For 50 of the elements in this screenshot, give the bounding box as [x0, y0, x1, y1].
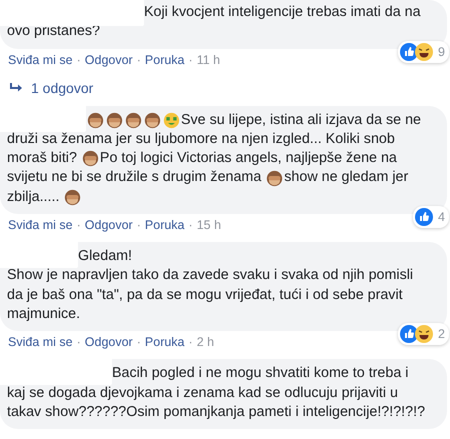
monkey-face-icon — [125, 112, 142, 129]
timestamp: 2 h — [196, 335, 214, 350]
comment-text: da je baš ona "ta", pa da se mogu vrijeđat, tući i od sebe pravit — [7, 286, 403, 305]
timestamp: 11 h — [196, 52, 220, 67]
replies-link[interactable]: 1 odgovor — [0, 68, 450, 96]
comment-text: moraš biti? — [7, 149, 78, 168]
comment-text: Sve su lijepe, istina ali izjava da se ne — [181, 110, 422, 130]
comment-text: show ne gledam jer — [284, 168, 408, 188]
action-link[interactable]: Sviđa mi se — [8, 335, 73, 350]
reply-arrow-icon — [10, 82, 23, 93]
action-link[interactable]: Poruka — [144, 335, 185, 350]
monkey-face-icon — [144, 112, 161, 129]
money-face-icon — [163, 112, 180, 129]
like-icon — [415, 208, 434, 226]
comment-text: zbilja..... — [7, 188, 60, 207]
comment-text: druži sa ženama jer su ljubomore na njen izgled... Koliki snob — [7, 130, 395, 149]
laughing-face-icon — [415, 325, 434, 344]
separator-dot: · — [188, 218, 193, 232]
comment-text: Show je napravljen tako da zavede svaku i svaka od njih pomisli — [7, 266, 414, 286]
monkey-face-icon — [82, 150, 99, 168]
monkey-face-icon — [266, 170, 284, 187]
separator-dot: · — [76, 335, 81, 350]
action-link[interactable]: Poruka — [144, 52, 185, 67]
comment-text: majmunice. — [7, 304, 80, 324]
comment-text: Gledam! — [78, 247, 132, 266]
action-link[interactable]: Odgovor — [84, 52, 133, 67]
action-link[interactable]: Odgovor — [84, 218, 133, 232]
separator-dot: · — [188, 52, 193, 67]
action-link[interactable]: Sviđa mi se — [8, 52, 73, 67]
comment-text: takav show??????Osim pomanjkanja pameti i inteligencije!?!?!?!? — [7, 402, 426, 422]
monkey-face-icon — [87, 112, 104, 129]
separator-dot: · — [76, 52, 81, 67]
separator-dot: · — [136, 218, 141, 232]
action-link[interactable]: Odgovor — [84, 335, 133, 350]
comment-text: kaj se dogada djevojkama i zenama kad se odlucuju prijaviti u — [7, 384, 398, 403]
separator-dot: · — [136, 335, 141, 350]
separator-dot: · — [76, 218, 81, 232]
monkey-face-icon — [64, 188, 82, 206]
action-link[interactable]: Poruka — [144, 218, 185, 232]
comment-text: Bacih pogled i ne mogu shvatiti kome to treba i — [112, 364, 408, 384]
comment-text: Koji kvocjent inteligencije trebas imati da na — [144, 3, 421, 22]
laughing-face-icon — [415, 42, 434, 61]
comment-text: Po toj logici Victorias angels, najljepše žene na — [100, 149, 397, 168]
timestamp: 15 h — [196, 218, 222, 232]
action-link[interactable]: Sviđa mi se — [8, 218, 73, 232]
separator-dot: · — [136, 52, 141, 67]
separator-dot: · — [188, 335, 193, 350]
comment-text: ovo pristanes? — [7, 22, 100, 42]
comment-text: svijetu ne bi se družile s drugim ženama — [7, 168, 262, 188]
monkey-face-icon — [106, 112, 123, 129]
